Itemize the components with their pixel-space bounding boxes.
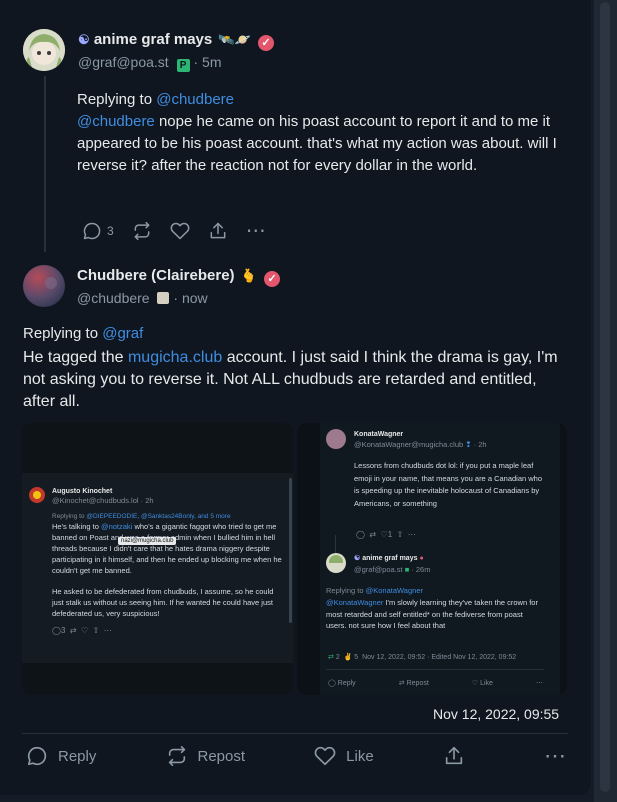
post-timestamp[interactable]: Nov 12, 2022, 09:55	[433, 703, 559, 725]
post-author-name[interactable]: ☯ anime graf mays 🛰️🪐 ✓	[78, 31, 274, 51]
avatar[interactable]	[23, 265, 65, 307]
mini-replying: Replying to @KonataWagner	[326, 586, 423, 595]
post-author-name[interactable]: Chudbere (Clairebere) 🫰 ✓	[77, 267, 281, 287]
mini-stats: ⇄ 2 ✌ 5 Nov 12, 2022, 09:52 · Edited Nov…	[328, 654, 517, 661]
repost-button[interactable]	[132, 221, 152, 241]
mini-repost: ⇄ Repost	[398, 680, 429, 687]
scrollbar-thumb	[289, 478, 292, 623]
repost-icon	[134, 221, 150, 241]
mini-thread-line	[335, 535, 336, 553]
mini-text: Lessons from chudbuds dot lol: if you pu…	[354, 461, 543, 508]
avatar-emblem-icon	[33, 491, 41, 499]
repost-icon	[168, 746, 185, 766]
post-author-handle[interactable]: @chudbere · now	[77, 290, 208, 306]
mini-divider	[326, 669, 544, 670]
like-button[interactable]	[170, 221, 190, 241]
verified-badge-icon: ✓	[257, 35, 274, 51]
mini-author-handle: @graf@poa.st ■ · 26m	[354, 565, 431, 574]
verified-badge-icon: ✓	[264, 271, 281, 287]
post-author-handle[interactable]: @graf@poa.st P · 5m	[78, 54, 221, 72]
share-button[interactable]	[443, 745, 465, 767]
post-content: He tagged the mugicha.club account. I ju…	[23, 349, 558, 410]
avatar[interactable]	[23, 29, 65, 71]
reply-button[interactable]: 3	[82, 221, 114, 241]
reply-icon	[83, 222, 101, 240]
post-time[interactable]: now	[182, 290, 208, 306]
repost-button[interactable]: Repost	[166, 745, 245, 767]
mini-author-handle: @KonataWagner@mugicha.club ❢ · 2h	[354, 440, 487, 449]
reply-button[interactable]: Reply	[26, 745, 96, 767]
replying-to-link[interactable]: @graf	[102, 325, 143, 342]
divider	[22, 733, 568, 734]
attachment-image-right[interactable]: KonataWagner @KonataWagner@mugicha.club …	[297, 423, 567, 695]
replying-to: Replying to @chudbere	[77, 91, 234, 108]
more-button[interactable]: ⋯	[245, 220, 267, 242]
previous-post-actions	[80, 0, 280, 4]
avatar	[326, 553, 346, 573]
mini-actions: ◯ ⇄ ♡1 ⇧ ⋯	[356, 530, 416, 539]
instance-icon	[157, 292, 170, 304]
mention-link[interactable]: @chudbere	[77, 113, 155, 130]
name-emoji: 🫰	[240, 268, 257, 283]
share-button[interactable]	[208, 221, 228, 241]
name-emoji: 🛰️🪐	[218, 32, 251, 47]
post-time[interactable]: 5m	[202, 54, 221, 70]
mini-more: ⋯	[536, 680, 543, 687]
more-button[interactable]: ⋯	[534, 743, 566, 768]
avatar-image-icon	[23, 265, 65, 307]
post-content: @chudbere nope he came on his poast acco…	[77, 113, 557, 174]
mini-reply: ◯ Reply	[328, 680, 356, 687]
heart-icon	[170, 222, 190, 240]
mini-action-bar: ◯ Reply ⇄ Repost ♡ Like ⋯	[328, 678, 543, 689]
thread-line	[44, 76, 46, 252]
avatar-image-icon	[23, 29, 65, 71]
mini-author-name: ☯ anime graf mays ●	[354, 555, 424, 562]
mini-text: @KonataWagner I'm slowly learning they'v…	[326, 598, 538, 630]
replying-to-link[interactable]: @chudbere	[156, 91, 234, 108]
avatar	[29, 487, 45, 503]
share-icon	[445, 746, 463, 765]
mini-text-1: He's talking to @notzaki who's a giganti…	[52, 522, 282, 575]
focused-post-actions: Reply Repost Like ⋯	[26, 745, 566, 767]
scrollbar-thumb[interactable]	[600, 2, 610, 792]
mini-text-2: He asked to be defederated from chudbuds…	[52, 587, 274, 618]
heart-icon	[314, 746, 336, 766]
more-icon: ⋯	[543, 743, 566, 768]
avatar	[326, 429, 346, 449]
reply-count: 3	[107, 224, 114, 238]
more-icon: ⋯	[245, 220, 267, 242]
timeline-panel: ☯ anime graf mays 🛰️🪐 ✓ @graf@poa.st P ·…	[0, 0, 591, 795]
mugicha-link[interactable]: mugicha.club	[128, 349, 222, 366]
mini-tooltip: nazi@mugicha.club	[118, 537, 177, 545]
bot-icon: ☯	[78, 32, 90, 47]
like-button[interactable]: Like	[314, 745, 374, 767]
mini-actions: ◯3 ⇄ ♡ ⇧ ⋯	[52, 626, 112, 635]
avatar-hair-icon	[329, 555, 343, 563]
post-actions: 3 ⋯	[82, 221, 285, 241]
share-icon	[210, 222, 226, 239]
poast-instance-icon: P	[176, 59, 190, 72]
reply-icon	[27, 746, 47, 766]
window-scrollbar[interactable]	[594, 0, 617, 802]
mini-like: ♡ Like	[471, 680, 493, 687]
attachment-image-left[interactable]: Augusto Kinochet @Kinochet@chudbuds.lol …	[22, 423, 293, 695]
replying-to: Replying to @graf	[23, 325, 144, 342]
mini-author-handle: @Kinochet@chudbuds.lol · 2h	[52, 496, 154, 505]
